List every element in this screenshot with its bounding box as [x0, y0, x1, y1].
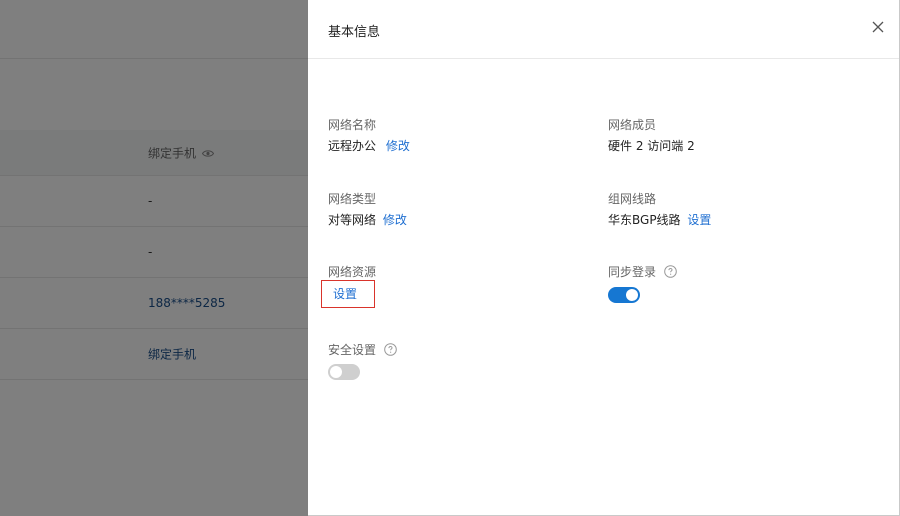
set-network-resource-link[interactable]: 设置: [333, 286, 357, 302]
close-icon[interactable]: [871, 20, 885, 34]
network-line-field: 组网线路 华东BGP线路 设置: [608, 191, 711, 228]
help-circle-icon[interactable]: [384, 343, 397, 356]
drawer-header: 基本信息: [308, 0, 899, 59]
drawer-title: 基本信息: [328, 25, 381, 40]
network-type-value: 对等网络: [328, 213, 377, 227]
network-members-value: 硬件 2 访问端 2: [608, 139, 695, 153]
security-settings-field: 安全设置: [328, 342, 397, 358]
help-circle-icon[interactable]: [664, 265, 677, 278]
network-resource-label: 网络资源: [328, 265, 377, 279]
set-network-line-link[interactable]: 设置: [687, 213, 711, 227]
network-line-value-row: 华东BGP线路 设置: [608, 212, 711, 228]
edit-network-name-link[interactable]: 修改: [386, 139, 410, 153]
network-line-label: 组网线路: [608, 192, 657, 206]
network-type-field: 网络类型 对等网络 修改: [328, 191, 407, 228]
basic-info-drawer: 基本信息: [308, 0, 900, 516]
network-resource-field: 网络资源: [328, 264, 376, 280]
network-line-value: 华东BGP线路: [608, 213, 681, 227]
security-settings-toggle[interactable]: [328, 364, 360, 380]
network-members-label: 网络成员: [608, 118, 657, 132]
network-name-value-row: 远程办公 修改: [328, 138, 410, 154]
network-name-field: 网络名称 远程办公 修改: [328, 117, 410, 154]
security-settings-label-row: 安全设置: [328, 342, 397, 358]
network-members-field: 网络成员 硬件 2 访问端 2: [608, 117, 695, 154]
toggle-knob: [626, 289, 638, 301]
security-settings-label: 安全设置: [328, 343, 377, 357]
network-type-label: 网络类型: [328, 192, 377, 206]
network-name-value: 远程办公: [328, 139, 377, 153]
network-type-value-row: 对等网络 修改: [328, 212, 407, 228]
toggle-knob: [330, 366, 342, 378]
network-name-label: 网络名称: [328, 118, 377, 132]
edit-network-type-link[interactable]: 修改: [383, 213, 407, 227]
sync-login-toggle[interactable]: [608, 287, 640, 303]
sync-login-label-row: 同步登录: [608, 264, 677, 280]
sync-login-label: 同步登录: [608, 265, 657, 279]
sync-login-field: 同步登录: [608, 264, 677, 280]
